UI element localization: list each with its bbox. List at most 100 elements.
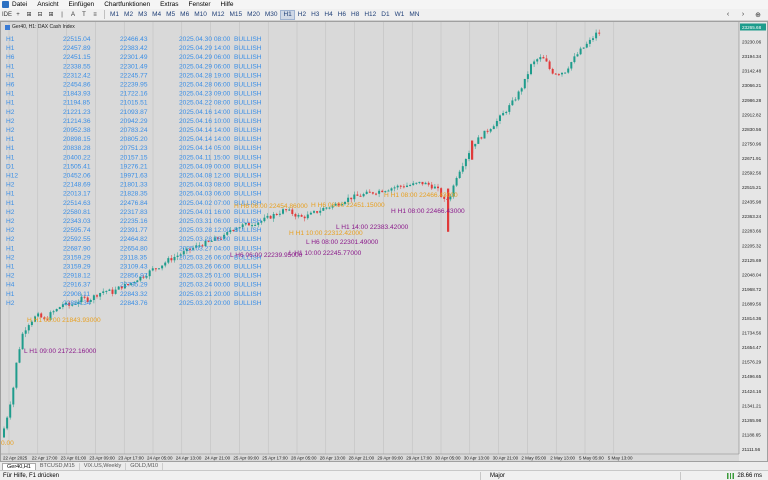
candle <box>582 47 585 50</box>
table-cell-r16-c2: 21801.33 <box>120 182 148 189</box>
timeframe-m1-button[interactable]: M1 <box>108 10 121 20</box>
table-cell-r6-c0: H1 <box>6 91 15 98</box>
chart-tab-0[interactable]: Ger40,H1 <box>2 463 36 470</box>
toolbar-button-3[interactable]: ⊟ <box>35 10 45 20</box>
candle-body <box>105 290 108 292</box>
menu-item-6[interactable]: Hilfe <box>221 0 234 9</box>
menu-item-0[interactable]: Datei <box>12 0 27 9</box>
candle-body <box>464 159 467 167</box>
table-cell-r0-c3: 2025.04.30 08:00 <box>179 36 231 43</box>
table-cell-r3-c1: 22338.55 <box>63 63 91 70</box>
table-cell-r26-c3: 2025.03.25 01:00 <box>179 273 231 280</box>
table-cell-r14-c0: D1 <box>6 163 15 170</box>
table-cell-r10-c3: 2025.04.14 14:00 <box>179 127 231 134</box>
candle <box>418 181 421 185</box>
menu-item-4[interactable]: Extras <box>160 0 178 9</box>
toolbar-button-8[interactable]: ≡ <box>90 10 100 20</box>
toolbar-button-7[interactable]: T <box>79 10 89 20</box>
chart-tab-1[interactable]: BTCUSD,M15 <box>36 463 80 470</box>
candle <box>511 97 514 106</box>
timeframe-m4-button[interactable]: M4 <box>150 10 163 20</box>
menu-item-3[interactable]: Chartfunktionen <box>104 0 150 9</box>
toolbar-right-icon-2[interactable]: ⊕ <box>753 10 763 20</box>
candle-body <box>297 215 300 217</box>
timeframe-m3-button[interactable]: M3 <box>136 10 149 20</box>
toolbar-button-0[interactable]: IDE <box>2 10 12 20</box>
timeframe-d1-button[interactable]: D1 <box>379 10 391 20</box>
price-label-28: 21188.65 <box>742 432 761 437</box>
timeframe-m20-button[interactable]: M20 <box>245 10 262 20</box>
table-cell-r2-c0: H6 <box>6 54 15 61</box>
candle-body <box>536 59 539 62</box>
candle-body <box>406 185 408 187</box>
timeframe-h4-button[interactable]: H4 <box>322 10 334 20</box>
candle-body <box>102 291 105 293</box>
status-help-text: Für Hilfe, F1 drücken <box>3 473 60 479</box>
chart-title: Ger40, H1: DAX Cash Index <box>5 24 75 30</box>
toolbar-right-icon-0[interactable]: ‹ <box>723 10 733 20</box>
candle <box>309 211 312 215</box>
chart-tab-3[interactable]: GOLD,M10 <box>126 463 164 470</box>
price-label-18: 21968.72 <box>742 287 762 292</box>
candle-body <box>294 214 297 217</box>
candle-body <box>508 105 511 112</box>
toolbar-button-1[interactable]: + <box>13 10 23 20</box>
timeframe-m30-button[interactable]: M30 <box>263 10 280 20</box>
candle-body <box>393 187 396 189</box>
timeframe-h1-button[interactable]: H1 <box>280 9 295 20</box>
candle-body <box>371 192 374 194</box>
timeframe-m15-button[interactable]: M15 <box>228 10 245 20</box>
candle <box>433 183 436 189</box>
price-label-1: 23230.06 <box>742 40 762 45</box>
chart-window[interactable]: Ger40, H1: DAX Cash Index 23265.68 23230.… <box>0 21 768 462</box>
price-label-8: 22750.96 <box>742 141 762 146</box>
timeframe-h8-button[interactable]: H8 <box>349 10 361 20</box>
table-cell-r20-c1: 22343.03 <box>63 218 91 225</box>
table-cell-r25-c2: 23109.43 <box>120 264 148 271</box>
candle <box>557 73 560 77</box>
candle <box>477 135 480 144</box>
candle-body <box>539 57 542 60</box>
timeframe-h2-button[interactable]: H2 <box>296 10 308 20</box>
candle <box>275 212 278 216</box>
table-cell-r7-c3: 2025.04.22 08:00 <box>179 100 231 107</box>
menu-item-5[interactable]: Fenster <box>189 0 211 9</box>
timeframe-m12-button[interactable]: M12 <box>210 10 227 20</box>
timeframe-m10-button[interactable]: M10 <box>192 10 209 20</box>
candle-body <box>303 216 306 219</box>
timeframe-m2-button[interactable]: M2 <box>122 10 135 20</box>
timeframe-h12-button[interactable]: H12 <box>362 10 378 20</box>
candle-body <box>514 99 517 101</box>
candle <box>6 416 9 431</box>
timeframe-h6-button[interactable]: H6 <box>336 10 348 20</box>
candle-body <box>148 270 151 277</box>
table-cell-r3-c4: BULLISH <box>234 63 262 70</box>
timeframe-h3-button[interactable]: H3 <box>309 10 321 20</box>
menu-item-1[interactable]: Ansicht <box>37 0 58 9</box>
menu-item-2[interactable]: Einfügen <box>69 0 95 9</box>
candle-body <box>37 313 40 317</box>
price-chart[interactable]: 23265.68 23230.06 23194.34 23142.48 23066.21… <box>1 22 767 461</box>
toolbar-button-6[interactable]: A <box>68 10 78 20</box>
candle <box>9 401 12 420</box>
annotation-5: L H1 10:00 22245.77000 <box>289 250 362 257</box>
status-separator <box>680 472 681 480</box>
candle-body <box>154 268 157 270</box>
table-cell-r9-c3: 2025.04.16 10:00 <box>179 118 231 125</box>
candle-body <box>316 211 319 213</box>
chart-tab-2[interactable]: VIX.US,Weekly <box>80 463 127 470</box>
timeframe-m6-button[interactable]: M6 <box>178 10 191 20</box>
table-cell-r21-c3: 2025.03.28 12:00 <box>179 227 231 234</box>
toolbar-right-icon-1[interactable]: › <box>738 10 748 20</box>
timeframe-w1-button[interactable]: W1 <box>393 10 407 20</box>
time-label-2: 23 Apr 01:00 <box>61 456 87 461</box>
toolbar-button-2[interactable]: ⊞ <box>24 10 34 20</box>
timeframe-m5-button[interactable]: M5 <box>164 10 177 20</box>
price-label-29: 21111.56 <box>742 447 761 452</box>
time-label-8: 25 Apr 09:00 <box>233 456 259 461</box>
toolbar-button-4[interactable]: ⊞ <box>46 10 56 20</box>
table-cell-r18-c2: 22476.84 <box>120 200 148 207</box>
timeframe-mn-button[interactable]: MN <box>407 10 421 20</box>
candle <box>365 189 368 195</box>
toolbar-button-5[interactable]: | <box>57 10 67 20</box>
